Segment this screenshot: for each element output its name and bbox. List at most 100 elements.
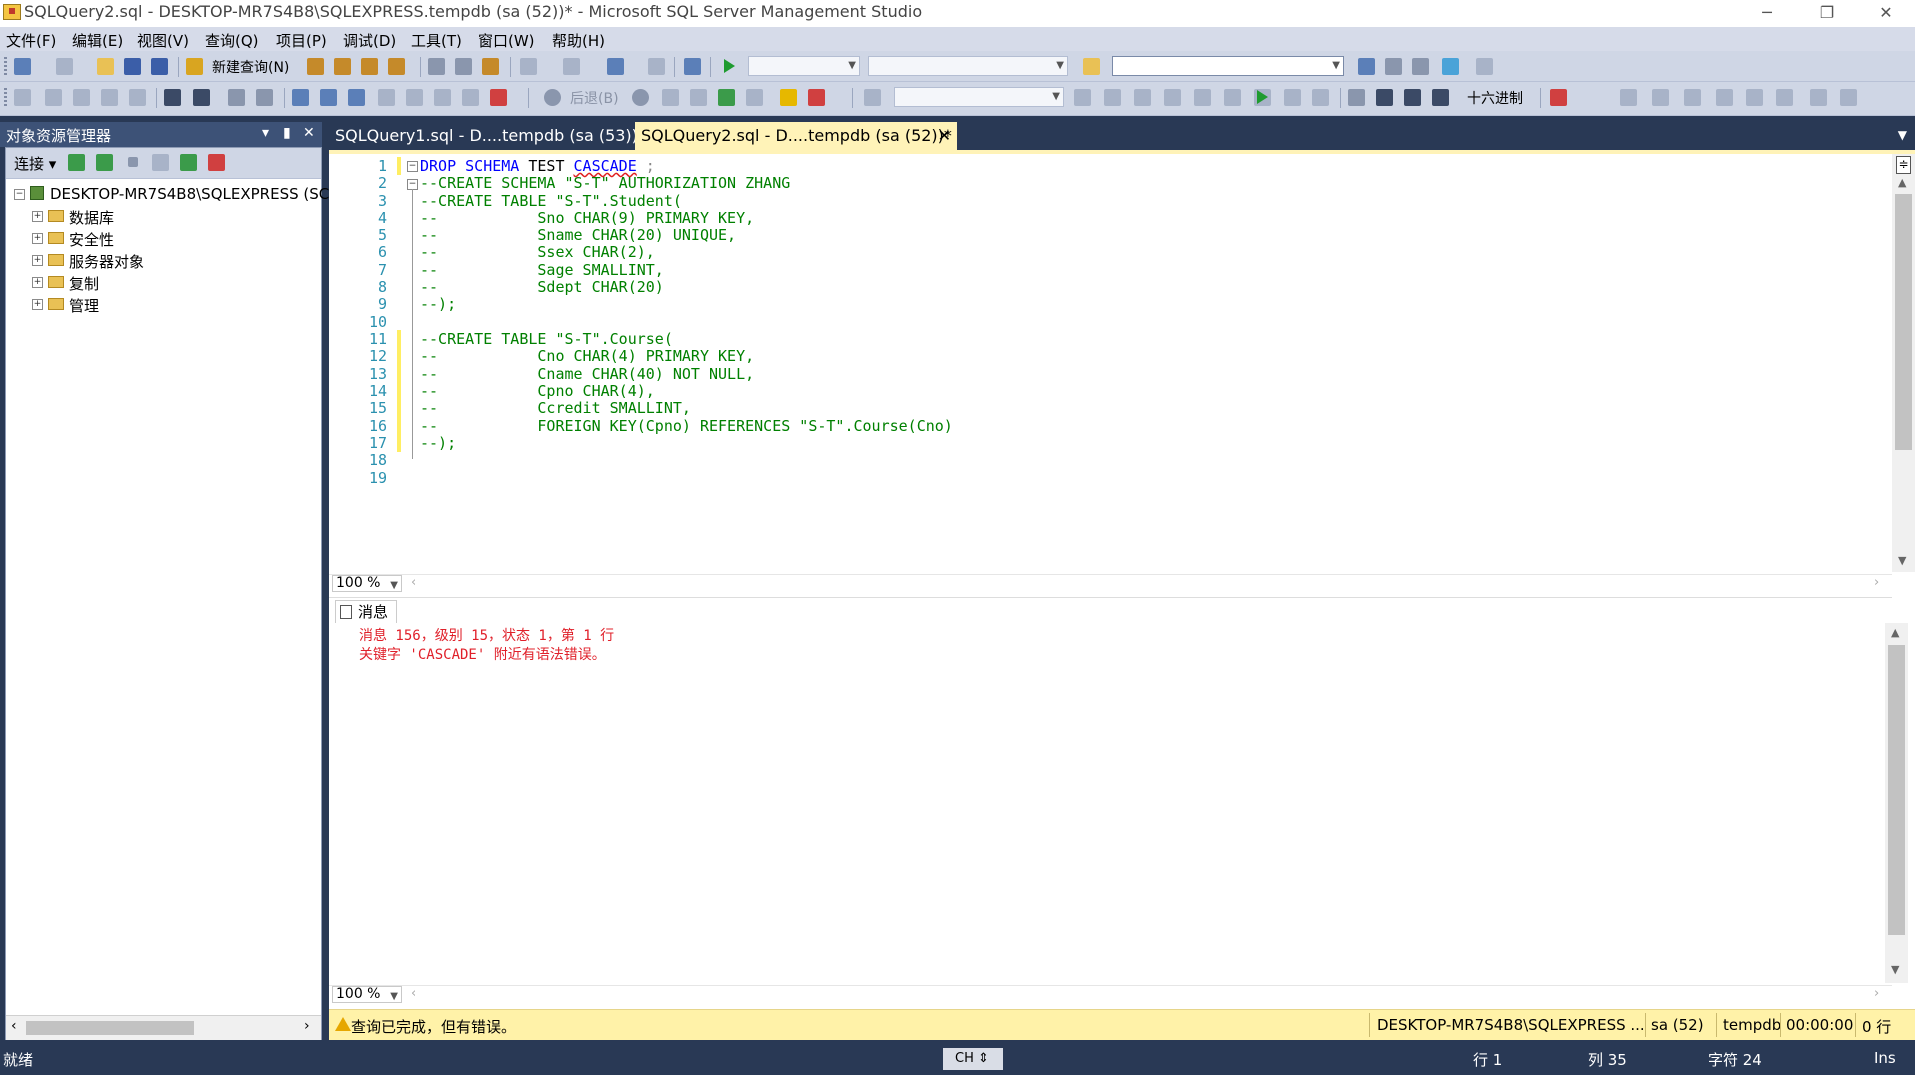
scroll-down-icon[interactable]: ▼ [1891,963,1899,976]
panel-close-icon[interactable]: ✕ [303,125,315,141]
stop-icon[interactable] [662,89,679,106]
paste-icon[interactable] [482,58,499,75]
align-left-icon[interactable] [1620,89,1637,106]
intellisense-icon[interactable] [434,89,451,106]
menu-window[interactable]: 窗口(W) [478,30,535,51]
disabled-tool-icon-5[interactable] [1194,89,1211,106]
tree-expand-toggle[interactable]: + [32,277,43,288]
tree-server-root[interactable]: DESKTOP-MR7S4B8\SQLEXPRESS (SC [50,185,329,203]
navigate-forward-icon[interactable] [648,58,665,75]
font-size-icon[interactable] [101,89,118,106]
stop-icon[interactable] [128,157,138,167]
tree-expand-toggle[interactable]: + [32,211,43,222]
ssis-dropdown[interactable]: ▼ [894,87,1064,107]
menu-edit[interactable]: 编辑(E) [72,30,123,51]
scroll-thumb[interactable] [1888,645,1905,935]
editor-vscrollbar[interactable]: ≑ ▲ ▼ [1892,154,1915,572]
disabled-tool-icon-3[interactable] [1134,89,1151,106]
ime-indicator[interactable]: CH ⇕ [943,1048,1003,1070]
toolbar-grip[interactable] [4,88,7,108]
pause-icon[interactable] [1284,89,1301,106]
find-combo[interactable]: ▼ [1112,56,1344,76]
pin-icon[interactable]: ▮ [283,125,291,141]
tree-collapse-toggle[interactable]: − [14,189,25,200]
debug-target-icon[interactable] [684,58,701,75]
scroll-thumb[interactable] [1895,194,1912,450]
hscroll-right-icon[interactable]: › [1874,986,1879,1001]
tab-sqlquery1[interactable]: SQLQuery1.sql - D....tempdb (sa (53)) [329,122,638,150]
hex-display-button[interactable]: 十六进制 [1467,88,1523,108]
decrease-indent-icon[interactable] [164,89,181,106]
display-plan-icon[interactable] [378,89,395,106]
menu-project[interactable]: 项目(P) [276,30,327,51]
step-into-icon[interactable] [1376,89,1393,106]
new-query-icon[interactable] [186,58,203,75]
home-icon[interactable] [718,89,735,106]
comment-out-icon[interactable] [228,89,245,106]
tree-node-replication[interactable]: 复制 [69,273,99,294]
database-engine-query-icon[interactable] [307,58,324,75]
disabled-tool-icon-1[interactable] [1074,89,1091,106]
tree-expand-toggle[interactable]: + [32,299,43,310]
tab-list-dropdown-icon[interactable]: ▼ [1898,128,1907,142]
align-right-icon[interactable] [1684,89,1701,106]
uncomment-icon[interactable] [256,89,273,106]
query-options-icon[interactable] [406,89,423,106]
disabled-tool-icon-6[interactable] [1224,89,1241,106]
same-width-icon[interactable] [1810,89,1827,106]
menu-debug[interactable]: 调试(D) [343,30,396,51]
scroll-up-icon[interactable]: ▲ [1891,626,1899,639]
new-query-button[interactable]: 新建查询(N) [212,57,289,77]
save-icon[interactable] [124,58,141,75]
tree-node-security[interactable]: 安全性 [69,229,114,250]
scroll-left-icon[interactable]: ‹ [11,1018,17,1034]
breakpoint-icon[interactable] [1550,89,1567,106]
change-connection-icon[interactable] [73,89,90,106]
start-debugging-icon[interactable] [724,59,735,73]
hscroll-right-icon[interactable]: › [1874,575,1879,590]
disabled-tool-icon-2[interactable] [1104,89,1121,106]
undo-icon[interactable] [520,58,537,75]
increase-indent-icon[interactable] [193,89,210,106]
hscroll-left-icon[interactable]: ‹ [411,986,416,1001]
filter-icon[interactable] [152,154,169,171]
menu-tools[interactable]: 工具(T) [411,30,462,51]
menu-query[interactable]: 查询(Q) [205,30,259,51]
disconnect-server-icon[interactable] [96,154,113,171]
back-arrow-icon[interactable] [544,89,561,106]
activity-monitor-icon[interactable] [208,154,225,171]
navigate-backward-icon[interactable] [607,58,624,75]
highlight-icon[interactable] [780,89,797,106]
same-height-icon[interactable] [1840,89,1857,106]
scroll-down-icon[interactable]: ▼ [1898,554,1906,567]
align-top-icon[interactable] [1716,89,1733,106]
disabled-tool-icon-4[interactable] [1164,89,1181,106]
refresh-icon[interactable] [180,154,197,171]
fold-toggle-icon[interactable]: − [407,161,418,172]
mdx-query-icon[interactable] [361,58,378,75]
solution-platform-dropdown[interactable]: ▼ [868,56,1068,76]
copy-icon[interactable] [455,58,472,75]
messages-pane[interactable]: 消息 156，级别 15，状态 1，第 1 行 关键字 'CASCADE' 附近… [329,623,1885,983]
menu-file[interactable]: 文件(F) [6,30,56,51]
back-button[interactable]: 后退(B) [570,88,619,108]
panel-dropdown-icon[interactable]: ▾ [262,125,269,141]
close-window-button[interactable]: ✕ [1858,0,1914,27]
minimize-button[interactable]: ─ [1739,0,1795,27]
connect-button[interactable]: 连接 ▾ [14,153,56,174]
font-color-icon[interactable] [808,89,825,106]
object-explorer-icon[interactable] [1385,58,1402,75]
restore-button[interactable]: ❐ [1799,0,1855,27]
font-icon[interactable] [746,89,763,106]
menu-view[interactable]: 视图(V) [137,30,189,51]
tree-expand-toggle[interactable]: + [32,255,43,266]
step-over-icon[interactable] [1404,89,1421,106]
refresh-icon[interactable] [690,89,707,106]
new-project-icon[interactable] [14,58,31,75]
hscroll-left-icon[interactable]: ‹ [411,575,416,590]
toolbox-icon[interactable] [1442,58,1459,75]
open-file-icon[interactable] [97,58,114,75]
toolbar-grip[interactable] [4,57,7,77]
tab-sqlquery2[interactable]: SQLQuery2.sql - D....tempdb (sa (52))* ✕ [635,122,957,150]
redo-icon[interactable] [563,58,580,75]
